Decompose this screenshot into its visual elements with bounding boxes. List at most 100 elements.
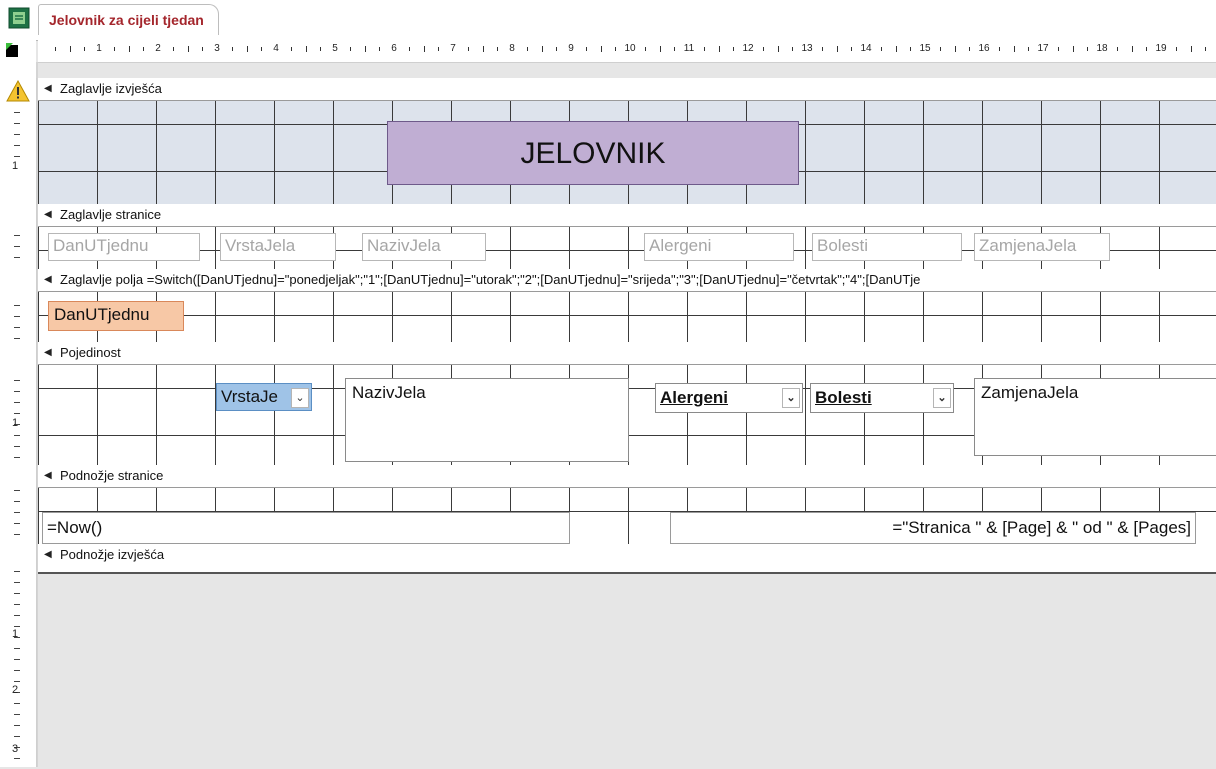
detail-band[interactable]: VrstaJe ⌄ NazivJela Alergeni ⌄ Bolesti ⌄…: [38, 365, 1216, 465]
ruler-tick: [14, 490, 20, 491]
section-arrow-icon: ◀: [44, 83, 52, 94]
section-bar-page-header[interactable]: ◀ Zaglavlje stranice: [38, 204, 1216, 227]
textbox-nazivjela[interactable]: NazivJela: [345, 378, 629, 462]
ruler-tick: [14, 736, 20, 737]
section-arrow-icon: ◀: [44, 209, 52, 220]
label-vrstajela[interactable]: VrstaJela: [220, 233, 336, 261]
ruler-tick: [615, 47, 617, 51]
ruler-tick: [1146, 47, 1148, 51]
report-title-label[interactable]: JELOVNIK: [387, 121, 799, 185]
ruler-tick: [231, 47, 233, 51]
ruler-tick: [14, 145, 20, 146]
ruler-tick: [14, 659, 20, 660]
ruler-tick: [954, 46, 956, 52]
report-design-surface[interactable]: ◀ Zaglavlje izvješća JELOVNIK ◀ Zaglavlj…: [38, 78, 1216, 572]
ruler-tick: [187, 46, 189, 52]
ruler-tick: [172, 47, 174, 51]
ruler-tick: [14, 534, 20, 535]
section-label: Podnožje izvješća: [60, 547, 165, 562]
section-bar-report-footer[interactable]: ◀ Podnožje izvješća: [38, 544, 1216, 566]
ruler-tick: [482, 46, 484, 52]
ruler-tick: [14, 648, 20, 649]
combo-bolesti[interactable]: Bolesti ⌄: [810, 383, 954, 413]
ruler-tick: [497, 47, 499, 51]
ruler-tick: [14, 681, 20, 682]
ruler-tick: [14, 615, 20, 616]
ruler-tick: [585, 47, 587, 51]
combo-value: VrstaJe: [221, 387, 279, 406]
ruler-tick: [14, 123, 20, 124]
ruler-tick: [14, 305, 20, 306]
ruler-number: 1: [96, 43, 102, 54]
textbox-zamjenajela[interactable]: ZamjenaJela: [974, 378, 1216, 456]
ruler-tick: [349, 47, 351, 51]
label-danutjednu[interactable]: DanUTjednu: [48, 233, 200, 261]
ruler-tick: [939, 47, 941, 51]
warning-icon[interactable]: [6, 79, 30, 102]
label-zamjenajela[interactable]: ZamjenaJela: [974, 233, 1110, 261]
ruler-number: 3: [214, 43, 220, 54]
ruler-tick: [1116, 47, 1118, 51]
ruler-number: 17: [1037, 43, 1049, 54]
label-bolesti[interactable]: Bolesti: [812, 233, 962, 261]
page-footer-band[interactable]: =Now() ="Stranica " & [Page] & " od " & …: [38, 488, 1216, 544]
section-arrow-icon: ◀: [44, 549, 52, 560]
textbox-now[interactable]: =Now(): [42, 512, 570, 544]
ruler-tick: [541, 46, 543, 52]
horizontal-ruler[interactable]: 123456789101112131415161718192: [38, 40, 1216, 63]
combo-dropdown-icon[interactable]: ⌄: [782, 388, 800, 408]
group-header-band[interactable]: DanUTjednu: [38, 292, 1216, 342]
design-background[interactable]: [38, 572, 1216, 769]
ruler-tick: [1190, 46, 1192, 52]
section-bar-page-footer[interactable]: ◀ Podnožje stranice: [38, 465, 1216, 488]
ruler-tick: [1087, 47, 1089, 51]
combo-vrstajela[interactable]: VrstaJe ⌄: [216, 383, 312, 411]
combo-alergeni[interactable]: Alergeni ⌄: [655, 383, 803, 413]
ruler-tick: [14, 257, 20, 258]
ruler-tick: [14, 512, 20, 513]
ruler-tick: [14, 246, 20, 247]
ruler-number: 15: [919, 43, 931, 54]
ruler-tick: [821, 47, 823, 51]
ruler-tick: [14, 725, 20, 726]
ruler-number: 14: [860, 43, 872, 54]
section-bar-group-header[interactable]: ◀ Zaglavlje polja =Switch([DanUTjednu]="…: [38, 269, 1216, 292]
ruler-tick: [408, 47, 410, 51]
ruler-tick: [14, 134, 20, 135]
page-header-band[interactable]: DanUTjednu VrstaJela NazivJela Alergeni …: [38, 227, 1216, 269]
ruler-tick: [1131, 46, 1133, 52]
field-danutjednu[interactable]: DanUTjednu: [48, 301, 184, 331]
ruler-tick: [143, 47, 145, 51]
ruler-tick: [54, 47, 56, 51]
section-label: Zaglavlje stranice: [60, 207, 162, 222]
label-alergeni[interactable]: Alergeni: [644, 233, 794, 261]
ruler-tick: [202, 47, 204, 51]
ruler-number: 8: [509, 43, 515, 54]
tab-report-design[interactable]: Jelovnik za cijeli tjedan: [38, 4, 219, 35]
ruler-tick: [718, 46, 720, 52]
ruler-tick: [998, 47, 1000, 51]
ruler-number: 1: [12, 160, 19, 172]
textbox-page-number[interactable]: ="Stranica " & [Page] & " od " & [Pages]: [670, 512, 1196, 544]
access-report-icon: [8, 7, 30, 29]
ruler-tick: [1057, 47, 1059, 51]
ruler-number: 2: [155, 43, 161, 54]
ruler-number: 11: [683, 43, 695, 54]
ruler-tick: [703, 47, 705, 51]
ruler-tick: [1013, 46, 1015, 52]
combo-dropdown-icon[interactable]: ⌄: [933, 388, 951, 408]
ruler-tick: [792, 47, 794, 51]
ruler-number: 12: [742, 43, 754, 54]
label-nazivjela[interactable]: NazivJela: [362, 233, 486, 261]
combo-dropdown-icon[interactable]: ⌄: [291, 388, 309, 408]
ruler-tick: [290, 47, 292, 51]
ruler-tick: [14, 112, 20, 113]
ruler-tick: [14, 582, 20, 583]
report-header-band[interactable]: JELOVNIK: [38, 101, 1216, 204]
ruler-tick: [69, 46, 71, 52]
ruler-tick: [14, 593, 20, 594]
section-bar-report-header[interactable]: ◀ Zaglavlje izvješća: [38, 78, 1216, 101]
vertical-ruler[interactable]: 1 1 1 2 3: [0, 78, 37, 767]
section-bar-detail[interactable]: ◀ Pojedinost: [38, 342, 1216, 365]
ruler-tick: [14, 501, 20, 502]
